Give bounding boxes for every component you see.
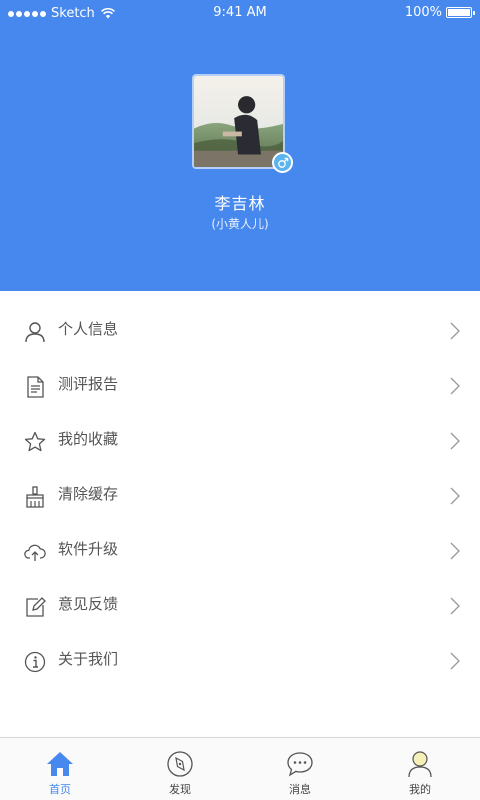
- battery-icon: [446, 7, 475, 18]
- chevron-right-icon: [450, 322, 460, 340]
- male-icon: [272, 152, 293, 173]
- tab-label: 我的: [409, 783, 431, 796]
- user-nickname: (小黄人儿): [211, 217, 269, 231]
- profile-icon: [406, 750, 434, 778]
- user-icon: [24, 321, 46, 343]
- tab-label: 发现: [169, 783, 191, 796]
- tab-label: 首页: [49, 783, 71, 796]
- menu-item-label: 测评报告: [58, 374, 119, 393]
- menu-item-label: 清除缓存: [58, 484, 119, 503]
- tab-mine[interactable]: 我的: [360, 738, 480, 800]
- home-icon: [46, 750, 74, 778]
- chevron-right-icon: [450, 377, 460, 395]
- broom-icon: [24, 485, 46, 508]
- document-icon: [24, 375, 46, 398]
- tab-bar: 首页 发现 消息 我的: [0, 737, 480, 800]
- menu-item-label: 我的收藏: [58, 429, 119, 448]
- menu-item-about[interactable]: 关于我们: [0, 632, 480, 687]
- avatar[interactable]: [192, 74, 285, 169]
- menu-item-report[interactable]: 测评报告: [0, 357, 480, 412]
- menu-item-label: 意见反馈: [58, 594, 119, 613]
- chevron-right-icon: [450, 597, 460, 615]
- settings-menu: 个人信息 测评报告 我的收藏 清除缓存 软件升级 意见反馈 关于我们: [0, 302, 480, 687]
- profile-header: Sketch 9:41 AM 100% 李吉林 (小黄人儿): [0, 0, 480, 291]
- chat-bubble-icon: [286, 750, 314, 778]
- chevron-right-icon: [450, 542, 460, 560]
- tab-home[interactable]: 首页: [0, 738, 120, 800]
- menu-item-label: 关于我们: [58, 649, 119, 668]
- tab-messages[interactable]: 消息: [240, 738, 360, 800]
- menu-item-favorites[interactable]: 我的收藏: [0, 412, 480, 467]
- menu-item-upgrade[interactable]: 软件升级: [0, 522, 480, 577]
- tab-discover[interactable]: 发现: [120, 738, 240, 800]
- edit-icon: [24, 596, 46, 618]
- menu-item-label: 个人信息: [58, 319, 119, 338]
- compass-icon: [166, 750, 194, 778]
- menu-item-feedback[interactable]: 意见反馈: [0, 577, 480, 632]
- user-name: 李吉林: [214, 194, 266, 213]
- battery-percent: 100%: [404, 5, 442, 20]
- cloud-upload-icon: [24, 541, 46, 563]
- tab-label: 消息: [289, 783, 311, 796]
- menu-item-clear-cache[interactable]: 清除缓存: [0, 467, 480, 522]
- status-bar: Sketch 9:41 AM 100%: [0, 0, 480, 26]
- menu-item-label: 软件升级: [58, 539, 119, 558]
- star-icon: [24, 431, 46, 453]
- info-icon: [24, 651, 46, 673]
- chevron-right-icon: [450, 432, 460, 450]
- chevron-right-icon: [450, 487, 460, 505]
- menu-item-personal-info[interactable]: 个人信息: [0, 302, 480, 357]
- chevron-right-icon: [450, 652, 460, 670]
